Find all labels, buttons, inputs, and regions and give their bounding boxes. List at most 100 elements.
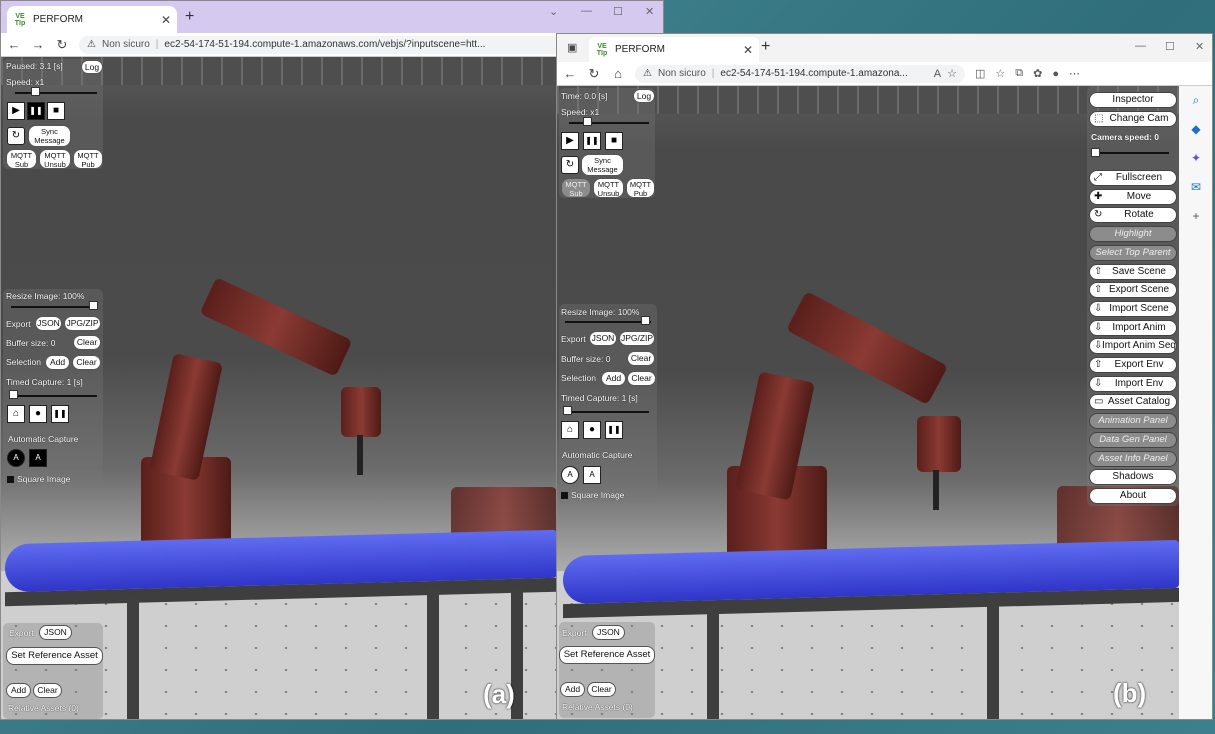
- close-tab-icon[interactable]: ✕: [161, 13, 171, 27]
- back-icon[interactable]: ←: [7, 37, 21, 52]
- auto-capture-a-circle-icon[interactable]: A: [561, 466, 579, 484]
- tab-actions-icon[interactable]: ▣: [567, 41, 577, 54]
- minimize-icon[interactable]: —: [1135, 40, 1146, 52]
- selection-clear-button[interactable]: Clear: [627, 371, 656, 386]
- read-aloud-icon[interactable]: A: [934, 68, 941, 80]
- menu-select-top-parent-button[interactable]: Select Top Parent: [1089, 244, 1177, 261]
- menu-import-anim-seq-button[interactable]: ⇩ Import Anim Seq: [1089, 338, 1177, 355]
- set-reference-asset-button[interactable]: Set Reference Asset: [6, 647, 103, 665]
- square-image-checkbox[interactable]: [561, 492, 568, 499]
- outlook-icon[interactable]: ✉: [1179, 173, 1212, 202]
- menu-import-env-button[interactable]: ⇩ Import Env: [1089, 375, 1177, 392]
- mqtt-sub-button[interactable]: MQTT Sub: [561, 178, 591, 198]
- record-capture-icon[interactable]: ●: [583, 421, 601, 439]
- camera-capture-icon[interactable]: ⌂: [7, 405, 25, 423]
- auto-capture-a-square-icon[interactable]: A: [29, 449, 47, 467]
- home-icon[interactable]: ⌂: [611, 66, 625, 81]
- resize-slider-knob[interactable]: [641, 316, 650, 325]
- play-icon[interactable]: ▶: [7, 102, 25, 120]
- back-icon[interactable]: ←: [563, 66, 577, 81]
- mqtt-pub-button[interactable]: MQTT Pub: [626, 178, 655, 198]
- resize-slider[interactable]: [11, 306, 97, 308]
- menu-shadows-button[interactable]: Shadows: [1089, 469, 1177, 486]
- split-screen-icon[interactable]: ◫: [975, 67, 985, 80]
- log-button[interactable]: Log: [633, 89, 655, 103]
- collections-icon[interactable]: ⧉: [1015, 67, 1023, 80]
- close-tab-icon[interactable]: ✕: [743, 43, 753, 57]
- tools-icon[interactable]: ✦: [1179, 144, 1212, 173]
- camera-speed-slider[interactable]: [1095, 152, 1169, 154]
- camera-speed-knob[interactable]: [1091, 148, 1100, 157]
- reload-icon[interactable]: ↻: [587, 66, 601, 82]
- reset-icon[interactable]: ↻: [561, 156, 579, 174]
- browser-tab[interactable]: VE TIp PERFORM ✕: [589, 37, 759, 62]
- resize-slider-knob[interactable]: [89, 301, 98, 310]
- set-reference-asset-button[interactable]: Set Reference Asset: [559, 646, 655, 664]
- timed-capture-slider[interactable]: [11, 395, 97, 397]
- timed-capture-knob[interactable]: [9, 390, 18, 399]
- pause-capture-icon[interactable]: ❚❚: [51, 405, 69, 423]
- assets-add-button[interactable]: Add: [560, 682, 585, 697]
- menu-asset-catalog-button[interactable]: ▭ Asset Catalog: [1089, 394, 1177, 411]
- timed-capture-slider[interactable]: [565, 411, 649, 413]
- timed-capture-knob[interactable]: [563, 406, 572, 415]
- pause-icon[interactable]: ❚❚: [27, 102, 45, 120]
- log-button[interactable]: Log: [81, 60, 103, 74]
- menu-move-button[interactable]: ✚ Move: [1089, 188, 1177, 205]
- assets-clear-button[interactable]: Clear: [587, 682, 616, 697]
- maximize-icon[interactable]: ☐: [1165, 40, 1175, 53]
- stop-icon[interactable]: ■: [47, 102, 65, 120]
- pause-capture-icon[interactable]: ❚❚: [605, 421, 623, 439]
- menu-highlight-button[interactable]: Highlight: [1089, 226, 1177, 243]
- url-field[interactable]: ⚠ Non sicuro | ec2-54-174-51-194.compute…: [79, 35, 638, 54]
- play-icon[interactable]: ▶: [561, 132, 579, 150]
- assets-export-json-button[interactable]: JSON: [39, 625, 72, 640]
- square-image-checkbox[interactable]: [7, 476, 14, 483]
- mqtt-sub-button[interactable]: MQTT Sub: [6, 149, 37, 169]
- new-tab-icon[interactable]: +: [185, 8, 194, 26]
- browser-tab[interactable]: VE TIp PERFORM ✕: [7, 6, 177, 33]
- menu-rotate-button[interactable]: ↻ Rotate: [1089, 207, 1177, 224]
- menu-data-gen-panel-button[interactable]: Data Gen Panel: [1089, 431, 1177, 448]
- profile-avatar-icon[interactable]: ●: [1052, 68, 1059, 80]
- add-sidebar-icon[interactable]: +: [1179, 202, 1212, 231]
- menu-fullscreen-button[interactable]: ⤢ Fullscreen: [1089, 170, 1177, 186]
- buffer-clear-button[interactable]: Clear: [627, 351, 655, 366]
- mqtt-unsub-button[interactable]: MQTT Unsub: [39, 149, 71, 169]
- speed-slider-knob[interactable]: [31, 87, 40, 96]
- selection-clear-button[interactable]: Clear: [72, 355, 101, 370]
- more-options-icon[interactable]: ⋯: [1069, 67, 1080, 80]
- sync-message-button[interactable]: Sync Message: [28, 125, 71, 147]
- speed-slider-knob[interactable]: [583, 117, 592, 126]
- export-json-button[interactable]: JSON: [589, 331, 617, 346]
- maximize-icon[interactable]: ☐: [613, 5, 623, 18]
- viewport-3d[interactable]: Paused: 3.1 [s] Log Speed: x1 ▶ ❚❚ ■ ↻ S…: [1, 57, 557, 719]
- menu-change-cam-button[interactable]: ⬚ Change Cam: [1089, 111, 1177, 127]
- new-tab-icon[interactable]: +: [761, 38, 770, 56]
- export-jpgzip-button[interactable]: JPG/ZIP: [619, 331, 655, 346]
- mqtt-pub-button[interactable]: MQTT Pub: [73, 149, 103, 169]
- forward-icon[interactable]: →: [31, 37, 45, 52]
- minimize-icon[interactable]: —: [581, 5, 592, 17]
- speed-slider[interactable]: [15, 92, 97, 94]
- assets-clear-button[interactable]: Clear: [33, 683, 62, 698]
- assets-add-button[interactable]: Add: [6, 683, 31, 698]
- resize-slider[interactable]: [565, 321, 651, 323]
- pause-icon[interactable]: ❚❚: [583, 132, 601, 150]
- reload-icon[interactable]: ↻: [55, 37, 69, 53]
- menu-animation-panel-button[interactable]: Animation Panel: [1089, 413, 1177, 430]
- reset-icon[interactable]: ↻: [7, 127, 25, 145]
- menu-save-scene-button[interactable]: ⇧ Save Scene: [1089, 263, 1177, 280]
- url-field[interactable]: ⚠ Non sicuro | ec2-54-174-51-194.compute…: [635, 64, 965, 83]
- mqtt-unsub-button[interactable]: MQTT Unsub: [593, 178, 624, 198]
- menu-import-scene-button[interactable]: ⇩ Import Scene: [1089, 300, 1177, 317]
- sync-message-button[interactable]: Sync Message: [581, 154, 624, 176]
- favorite-star-icon[interactable]: ☆: [947, 67, 957, 80]
- auto-capture-a-circle-icon[interactable]: A: [7, 449, 25, 467]
- menu-inspector-button[interactable]: Inspector: [1089, 92, 1177, 108]
- speed-slider[interactable]: [569, 122, 649, 124]
- viewport-3d[interactable]: Time: 0.0 [s] Log Speed: x1 ▶ ❚❚ ■ ↻ Syn…: [557, 86, 1179, 719]
- extension-icon[interactable]: ✿: [1033, 67, 1042, 80]
- auto-capture-a-square-icon[interactable]: A: [583, 466, 601, 484]
- buffer-clear-button[interactable]: Clear: [73, 335, 101, 350]
